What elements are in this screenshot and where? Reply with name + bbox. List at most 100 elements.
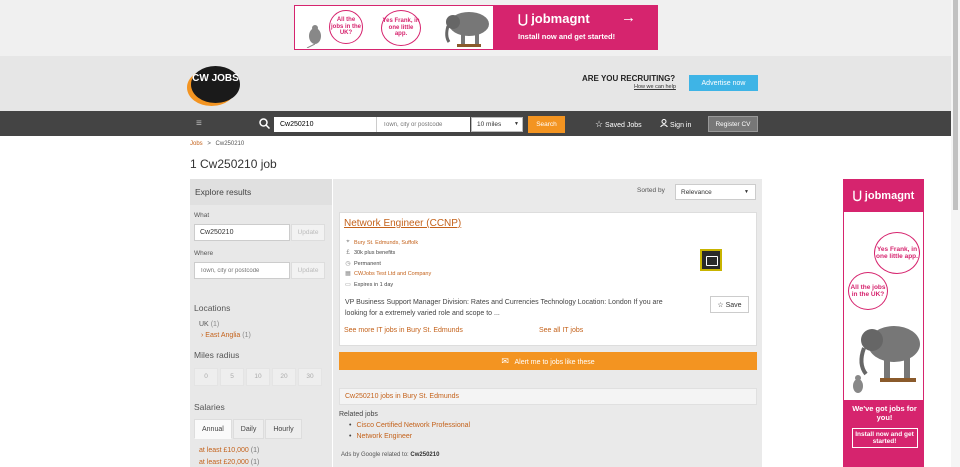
sorted-by-label: Sorted by bbox=[637, 187, 665, 194]
advertise-button[interactable]: Advertise now bbox=[689, 75, 758, 91]
side-ad-cta[interactable]: Install now and get started! bbox=[851, 428, 918, 448]
ads-by-google: Ads by Google related to: Cw250210 bbox=[341, 452, 439, 458]
location-jobs-box: Cw250210 jobs in Bury St. Edmunds bbox=[339, 388, 757, 405]
breadcrumb-jobs-link[interactable]: Jobs bbox=[190, 141, 203, 147]
sidebar-heading: Explore results bbox=[190, 179, 332, 205]
job-title-link[interactable]: Network Engineer (CCNP) bbox=[344, 218, 461, 229]
recruiting-heading: ARE YOU RECRUITING? bbox=[582, 74, 676, 83]
elephant-icon bbox=[445, 12, 489, 47]
location-jobs-link[interactable]: Cw250210 jobs in Bury St. Edmunds bbox=[345, 393, 459, 400]
related-job-link[interactable]: Network Engineer bbox=[349, 433, 412, 440]
salary-filter-10k[interactable]: at least £10,000 (1) bbox=[199, 447, 259, 454]
where-label: Where bbox=[194, 250, 214, 257]
tab-annual[interactable]: Annual bbox=[194, 419, 232, 439]
building-icon: ▦ bbox=[345, 271, 351, 277]
pin-icon: ⌖ bbox=[346, 239, 350, 245]
breadcrumb: Jobs > Cw250210 bbox=[190, 141, 244, 147]
banner-illustration: All the jobs in the UK? Yes Frank, in on… bbox=[294, 5, 494, 50]
job-type-text: Permanent bbox=[354, 260, 381, 267]
register-cv-button[interactable]: Register CV bbox=[708, 116, 758, 132]
arrow-right-icon: → bbox=[621, 9, 636, 26]
saved-jobs-link[interactable]: ☆ Saved Jobs bbox=[595, 119, 642, 130]
jobmagnt-logo: ⋃ jobmagnt bbox=[518, 11, 590, 26]
salary-filter-10k-count: (1) bbox=[250, 447, 260, 454]
star-icon: ☆ bbox=[717, 301, 724, 309]
location-east-anglia[interactable]: › East Anglia (1) bbox=[201, 332, 251, 339]
search-button[interactable]: Search bbox=[528, 116, 565, 133]
job-company-link[interactable]: CWJobs Test Ltd and Company bbox=[354, 271, 431, 277]
company-logo[interactable] bbox=[700, 249, 722, 271]
related-jobs-label: Related jobs bbox=[339, 411, 378, 418]
what-label: What bbox=[194, 212, 210, 219]
sign-in-label: Sign in bbox=[669, 122, 692, 129]
breadcrumb-current: Cw250210 bbox=[215, 141, 245, 147]
tab-daily[interactable]: Daily bbox=[232, 419, 265, 439]
miles-option[interactable]: 20 bbox=[272, 368, 296, 386]
caret-down-icon: ▼ bbox=[744, 189, 749, 195]
side-ad-footer: We've got jobs for you! Install now and … bbox=[844, 400, 923, 466]
location-uk[interactable]: UK (1) bbox=[199, 321, 219, 328]
side-ad-bubble-2: All the jobs in the UK? bbox=[848, 272, 888, 310]
salary-tabs: Annual Daily Hourly bbox=[194, 419, 302, 439]
miles-option[interactable]: 0 bbox=[194, 368, 218, 386]
how-we-can-help-link[interactable]: How we can help bbox=[634, 84, 676, 90]
locations-heading: Locations bbox=[194, 303, 231, 313]
chevron-right-icon: › bbox=[201, 332, 204, 339]
related-job-link[interactable]: Cisco Certified Network Professional bbox=[349, 422, 470, 429]
elephant-icon bbox=[853, 326, 920, 393]
miles-option[interactable]: 5 bbox=[220, 368, 244, 386]
calendar-icon: ▭ bbox=[345, 282, 351, 288]
side-banner-ad[interactable]: ⋃ jobmagnt Yes Frank, in one little app.… bbox=[843, 179, 924, 467]
save-label: Save bbox=[725, 301, 742, 309]
side-ad-bubble-1: Yes Frank, in one little app. bbox=[874, 232, 920, 274]
keyword-input[interactable] bbox=[274, 117, 376, 132]
salary-filter-20k-count: (1) bbox=[250, 459, 260, 466]
cwjobs-logo[interactable]: CW JOBS bbox=[191, 66, 240, 103]
menu-icon[interactable]: ≡ bbox=[196, 119, 202, 129]
salary-filter-20k[interactable]: at least £20,000 (1) bbox=[199, 459, 259, 466]
location-east-anglia-label: East Anglia bbox=[205, 332, 241, 339]
more-jobs-location-link[interactable]: See more IT jobs in Bury St. Edmunds bbox=[344, 327, 463, 334]
location-uk-label: UK bbox=[199, 321, 209, 328]
site-header bbox=[0, 56, 960, 111]
miles-option[interactable]: 10 bbox=[246, 368, 270, 386]
sort-select[interactable]: Relevance ▼ bbox=[675, 184, 756, 200]
save-job-button[interactable]: ☆ Save bbox=[710, 296, 749, 313]
miles-radius-heading: Miles radius bbox=[194, 350, 240, 360]
sign-in-link[interactable]: Sign in bbox=[660, 119, 691, 129]
banner-bubble-1: All the jobs in the UK? bbox=[329, 10, 363, 44]
all-it-jobs-link[interactable]: See all IT jobs bbox=[539, 327, 583, 334]
what-update-button[interactable]: Update bbox=[291, 224, 325, 241]
radius-select[interactable]: 10 miles ▼ bbox=[471, 117, 523, 132]
page-title: 1 Cw250210 job bbox=[190, 157, 277, 171]
job-description: VP Business Support Manager Division: Ra… bbox=[345, 299, 663, 317]
job-location: ⌖ Bury St. Edmunds, Suffolk bbox=[345, 239, 418, 246]
salaries-heading: Salaries bbox=[194, 402, 225, 412]
where-input[interactable] bbox=[194, 262, 290, 279]
job-alert-button[interactable]: ✉ Alert me to jobs like these bbox=[339, 352, 757, 370]
where-update-button[interactable]: Update bbox=[291, 262, 325, 279]
job-type: ◷ Permanent bbox=[345, 260, 381, 268]
location-input[interactable] bbox=[376, 117, 470, 132]
tab-hourly[interactable]: Hourly bbox=[265, 419, 302, 439]
envelope-icon: ✉ bbox=[501, 355, 509, 366]
side-ad-headline: We've got jobs for you! bbox=[852, 404, 917, 422]
job-company: ▦ CWJobs Test Ltd and Company bbox=[345, 270, 431, 278]
job-location-text: Bury St. Edmunds, Suffolk bbox=[354, 239, 419, 246]
top-banner-ad[interactable]: All the jobs in the UK? Yes Frank, in on… bbox=[294, 5, 658, 50]
job-expiry-text: Expires in 1 day bbox=[354, 281, 394, 288]
pound-icon: £ bbox=[346, 250, 350, 256]
ads-term: Cw250210 bbox=[410, 452, 440, 458]
saved-jobs-label: Saved Jobs bbox=[605, 122, 642, 129]
search-icon bbox=[259, 118, 270, 129]
user-icon bbox=[660, 119, 668, 128]
banner-tagline: Install now and get started! bbox=[518, 32, 616, 41]
job-expiry: ▭ Expires in 1 day bbox=[345, 281, 394, 289]
miles-radius-options: 0 5 10 20 30 bbox=[194, 368, 322, 386]
miles-option[interactable]: 30 bbox=[298, 368, 322, 386]
what-input[interactable] bbox=[194, 224, 290, 241]
radius-value: 10 miles bbox=[477, 121, 502, 128]
scrollbar-thumb[interactable] bbox=[953, 0, 958, 210]
location-east-anglia-count: (1) bbox=[242, 332, 251, 339]
clock-icon: ◷ bbox=[345, 261, 351, 267]
